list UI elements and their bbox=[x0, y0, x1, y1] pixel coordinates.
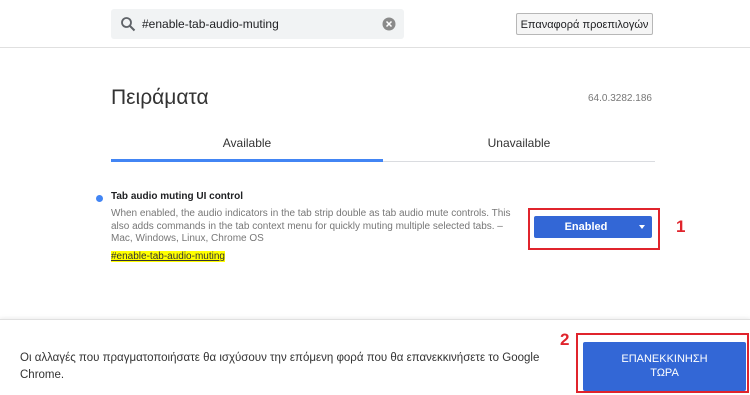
search-field[interactable]: #enable-tab-audio-muting bbox=[111, 9, 404, 39]
tab-divider bbox=[383, 161, 655, 162]
experiment-status-dot bbox=[96, 195, 103, 202]
annotation-box-2 bbox=[576, 333, 749, 393]
experiment-title: Tab audio muting UI control bbox=[111, 191, 244, 202]
tab-strip: Available Unavailable bbox=[111, 130, 655, 163]
annotation-number-1: 1 bbox=[676, 217, 686, 236]
experiment-link[interactable]: #enable-tab-audio-muting bbox=[111, 251, 225, 262]
search-input[interactable]: #enable-tab-audio-muting bbox=[142, 17, 279, 31]
dropdown-arrow-icon bbox=[639, 225, 645, 229]
annotation-number-2: 2 bbox=[560, 330, 570, 349]
experiment-description: When enabled, the audio indicators in th… bbox=[111, 208, 511, 244]
reset-defaults-button[interactable]: Επαναφορά προεπιλογών bbox=[516, 13, 653, 35]
relaunch-notice: Οι αλλαγές που πραγματοποιήσατε θα ισχύσ… bbox=[20, 352, 540, 381]
tab-unavailable[interactable]: Unavailable bbox=[383, 130, 655, 163]
experiment-state-select[interactable]: Enabled bbox=[534, 216, 652, 238]
version-label: 64.0.3282.186 bbox=[588, 93, 652, 104]
page-title: Πειράματα bbox=[111, 86, 209, 109]
tab-selected-indicator bbox=[111, 159, 383, 162]
clear-icon[interactable] bbox=[382, 17, 396, 31]
select-value: Enabled bbox=[564, 221, 608, 233]
search-icon bbox=[121, 17, 136, 32]
top-bar: #enable-tab-audio-muting Επαναφορά προεπ… bbox=[0, 0, 750, 48]
